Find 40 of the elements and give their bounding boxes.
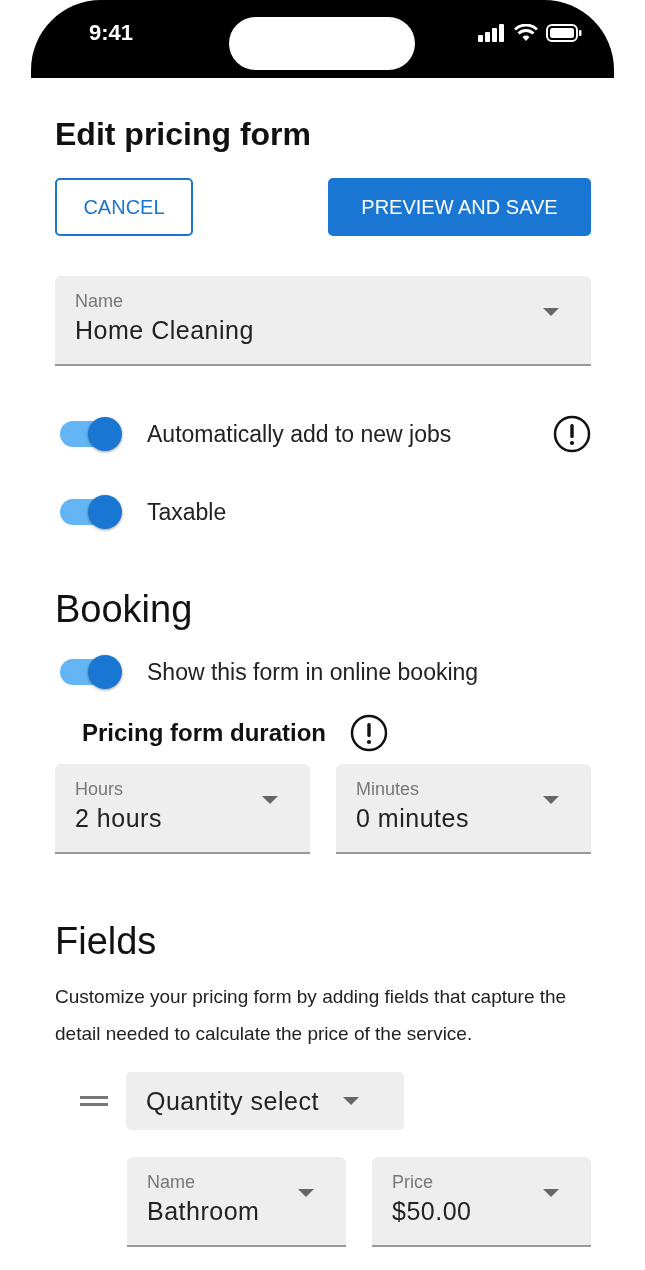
section-heading: Fields — [55, 919, 158, 964]
cancel-button[interactable]: CANCEL — [55, 178, 193, 236]
section-description: Customize your pricing form by adding fields that capture the detail needed to calculate the price of the service. — [55, 985, 568, 1046]
clock-time: 9:41 — [89, 20, 134, 46]
field-value: Bathroom — [147, 1197, 260, 1226]
caret-icon — [543, 796, 559, 804]
caret-icon — [262, 796, 278, 804]
page-title: Edit pricing form — [55, 115, 312, 154]
field-value: Home Cleaning — [75, 316, 254, 345]
field-type-value: Quantity select — [146, 1086, 319, 1116]
signal-icon — [478, 24, 506, 42]
field-value: $50.00 — [392, 1197, 472, 1226]
field-type-select[interactable]: Quantity select — [126, 1072, 404, 1130]
battery-icon — [546, 24, 582, 42]
caret-icon — [543, 308, 559, 316]
field-label: Name — [75, 291, 124, 312]
field-select[interactable]: Name Bathroom — [127, 1157, 346, 1247]
field-label: Minutes — [356, 779, 421, 800]
field-value: 2 hours — [75, 804, 162, 833]
toggle-label: Taxable — [147, 498, 228, 526]
field-label: Price — [392, 1172, 434, 1193]
field-select[interactable]: Price $50.00 — [372, 1157, 591, 1247]
toggle-label: Automatically add to new jobs — [147, 420, 453, 448]
duration-label: Pricing form duration — [82, 719, 326, 747]
field-value: 0 minutes — [356, 804, 469, 833]
save-button[interactable]: PREVIEW AND SAVE — [328, 178, 591, 236]
caret-icon — [342, 1097, 359, 1105]
field-label: Hours — [75, 779, 124, 800]
info-icon[interactable] — [553, 415, 591, 453]
drag-handle-icon[interactable] — [80, 1095, 108, 1107]
wifi-icon — [514, 24, 538, 42]
duration-select[interactable]: Minutes 0 minutes — [336, 764, 591, 854]
toggle-label: Show this form in online booking — [147, 658, 480, 686]
name-select[interactable]: Name Home Cleaning — [55, 276, 591, 366]
duration-select[interactable]: Hours 2 hours — [55, 764, 310, 854]
field-label: Name — [147, 1172, 196, 1193]
caret-icon — [543, 1189, 559, 1197]
section-heading: Booking — [55, 587, 194, 632]
info-icon[interactable] — [350, 714, 388, 752]
caret-icon — [298, 1189, 314, 1197]
